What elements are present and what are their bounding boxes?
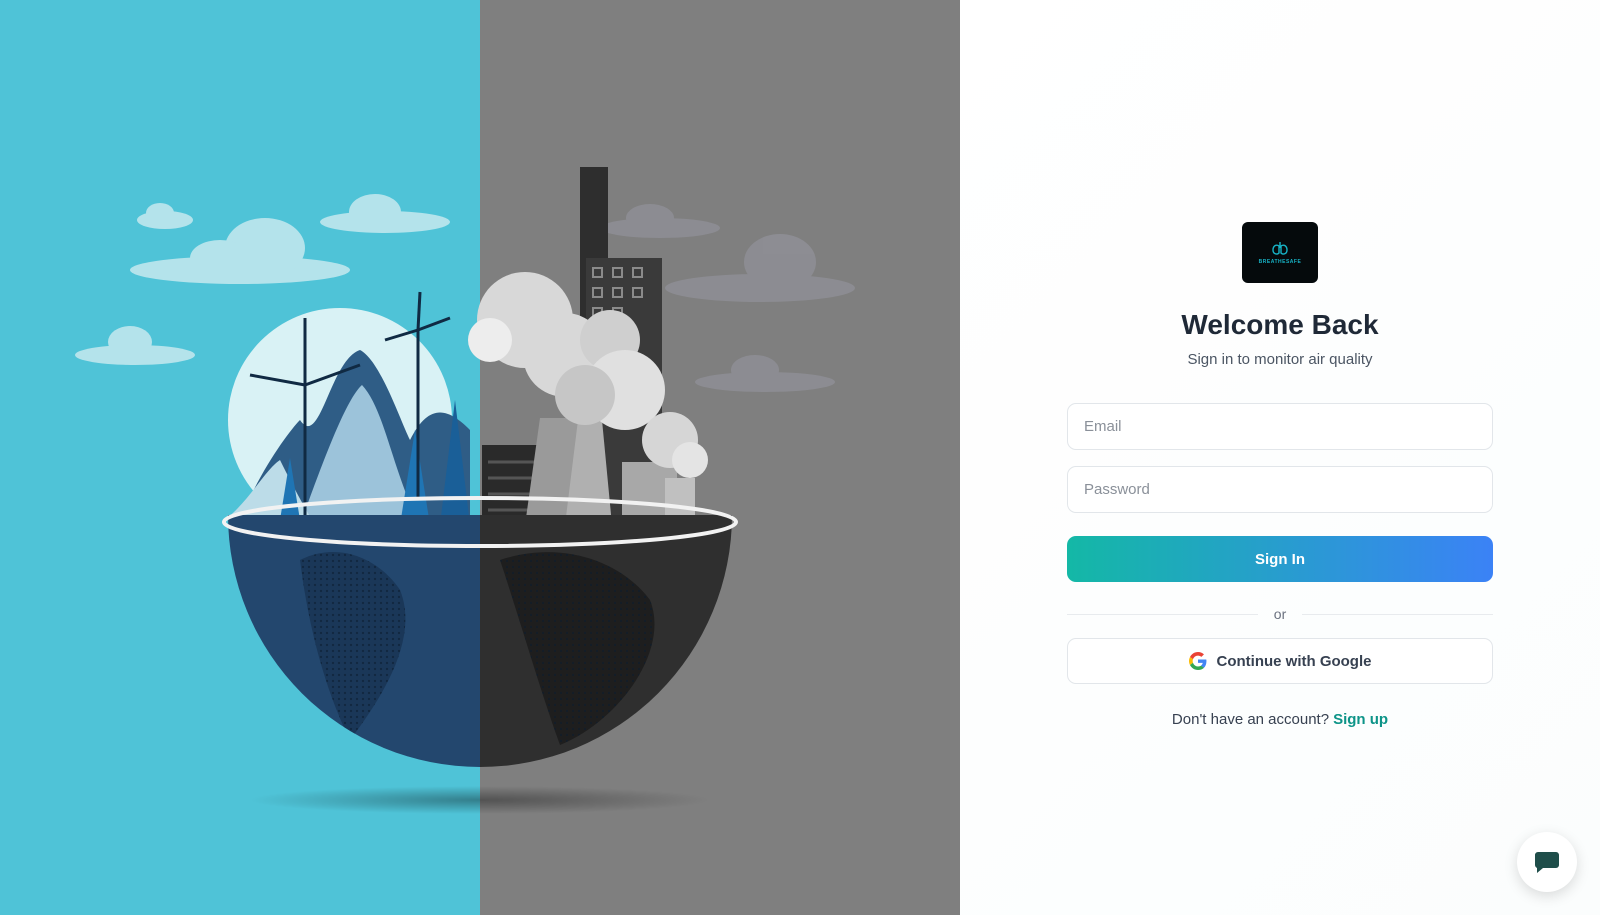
signup-prompt: Don't have an account?: [1171, 711, 1330, 728]
sign-in-button[interactable]: Sign In: [1067, 536, 1493, 582]
sign-up-link[interactable]: Sign up: [1333, 711, 1388, 728]
google-icon: [1188, 652, 1206, 670]
hero-illustration: [0, 0, 960, 915]
signup-prompt-row: Don't have an account? Sign up: [1067, 711, 1493, 728]
or-divider: or: [1067, 606, 1494, 622]
earth-split-illustration: [0, 0, 960, 915]
page-title: Welcome Back: [1181, 309, 1379, 340]
page-subtitle: Sign in to monitor air quality: [1187, 351, 1373, 368]
divider-line-left: [1067, 613, 1258, 615]
divider-line-right: [1302, 613, 1494, 615]
login-panel: BREATHESAFE Welcome Back Sign in to moni…: [960, 0, 1600, 915]
divider-label: or: [1273, 606, 1287, 622]
google-sign-in-button[interactable]: Continue with Google: [1067, 638, 1493, 684]
email-input[interactable]: [1067, 403, 1493, 450]
login-form: BREATHESAFE Welcome Back Sign in to moni…: [1067, 222, 1494, 728]
google-button-label: Continue with Google: [1216, 652, 1372, 670]
chat-button[interactable]: [1517, 832, 1577, 892]
lungs-logo-icon: [1272, 241, 1288, 255]
password-input[interactable]: [1067, 466, 1493, 513]
app-logo: BREATHESAFE: [1242, 222, 1318, 283]
logo-wordmark: BREATHESAFE: [1258, 258, 1302, 265]
chat-bubble-icon: [1535, 852, 1559, 873]
ground-shadow: [250, 786, 710, 814]
